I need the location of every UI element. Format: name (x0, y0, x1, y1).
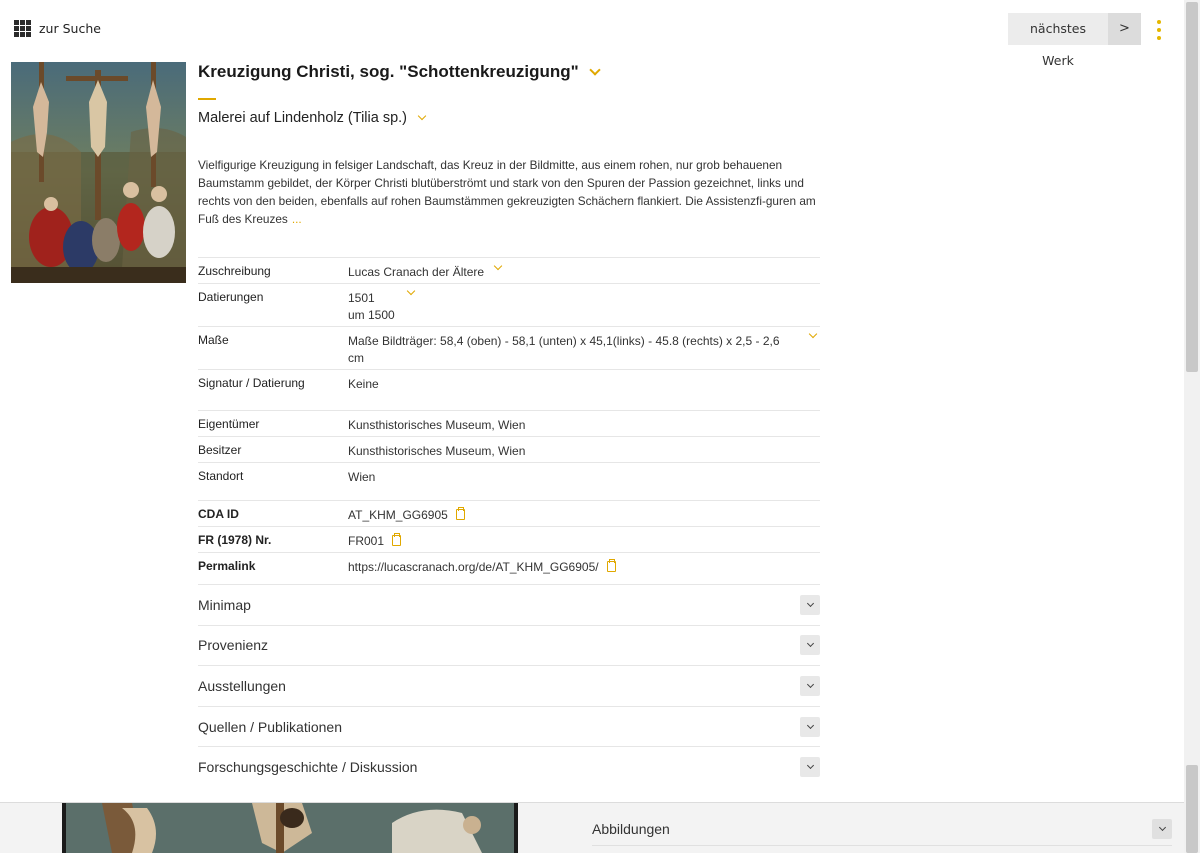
meta-value: Maße Bildträger: 58,4 (oben) - 58,1 (unt… (348, 327, 820, 369)
meta-label: Datierungen (198, 290, 264, 304)
section-label: Ausstellungen (198, 677, 286, 694)
copy-icon[interactable] (392, 533, 402, 546)
cda-id-value: AT_KHM_GG6905 (348, 508, 448, 522)
section-label: Quellen / Publikationen (198, 718, 342, 735)
meta-row-owner: Eigentümer Kunsthistorisches Museum, Wie… (198, 411, 820, 437)
attribution-value[interactable]: Lucas Cranach der Ältere (348, 265, 484, 279)
chevron-down-icon (806, 640, 814, 648)
section-minimap[interactable]: Minimap (198, 584, 820, 625)
dimensions-value: Maße Bildträger: 58,4 (oben) - 58,1 (unt… (348, 334, 780, 365)
section-research-history[interactable]: Forschungsgeschichte / Diskussion (198, 746, 820, 787)
meta-row-dating: Datierungen 1501 um 1500 (198, 284, 820, 327)
scrollbar-thumb[interactable] (1186, 2, 1198, 372)
meta-row-location: Standort Wien (198, 463, 820, 501)
crucifixion-detail-image (62, 803, 518, 853)
chevron-down-icon (806, 680, 814, 689)
meta-label: Eigentümer (198, 417, 260, 431)
meta-row-signature: Signatur / Datierung Keine (198, 370, 820, 410)
section-label: Abbildungen (592, 820, 670, 837)
detail-sections: Minimap Provenienz Ausstellungen Quellen… (198, 584, 820, 787)
meta-group-ownership: Eigentümer Kunsthistorisches Museum, Wie… (198, 410, 820, 501)
section-label: Provenienz (198, 637, 269, 654)
meta-label: FR (1978) Nr. (198, 533, 272, 547)
section-images[interactable]: Abbildungen (592, 812, 1172, 846)
meta-label: CDA ID (198, 507, 239, 521)
expand-button[interactable] (800, 716, 820, 737)
chevron-down-icon (1158, 823, 1166, 831)
meta-row-attribution: Zuschreibung Lucas Cranach der Ältere (198, 258, 820, 284)
section-label: Minimap (198, 596, 251, 613)
back-label: zur Suche (39, 21, 101, 36)
meta-value: Kunsthistorisches Museum, Wien (348, 418, 526, 432)
title-row[interactable]: Kreuzigung Christi, sog. "Schottenkreuzi… (198, 62, 601, 82)
chevron-down-icon[interactable] (808, 329, 818, 339)
meta-value: Wien (348, 470, 376, 484)
meta-label: Signatur / Datierung (198, 376, 305, 390)
meta-label: Permalink (198, 559, 256, 573)
medium-row[interactable]: Malerei auf Lindenholz (Tilia sp.) (198, 110, 427, 126)
dating-value-secondary: um 1500 (348, 308, 395, 322)
artwork-title: Kreuzigung Christi, sog. "Schottenkreuzi… (198, 62, 579, 81)
chevron-down-icon (806, 762, 814, 770)
permalink-value[interactable]: https://lucascranach.org/de/AT_KHM_GG690… (348, 560, 599, 574)
meta-value: https://lucascranach.org/de/AT_KHM_GG690… (348, 553, 820, 579)
title-divider (198, 98, 216, 100)
dating-value: 1501 (348, 291, 375, 305)
artwork-description: Vielfigurige Kreuzigung in felsiger Land… (198, 156, 820, 228)
meta-label: Maße (198, 333, 229, 347)
section-provenance[interactable]: Provenienz (198, 624, 820, 666)
copy-icon[interactable] (455, 507, 465, 520)
fr-number-value: FR001 (348, 534, 385, 548)
more-options-icon[interactable] (1155, 20, 1163, 40)
scrollbar-thumb-secondary[interactable] (1186, 765, 1198, 853)
meta-value: Kunsthistorisches Museum, Wien (348, 444, 526, 458)
artwork-medium: Malerei auf Lindenholz (Tilia sp.) (198, 110, 408, 126)
meta-value: FR001 (348, 527, 820, 552)
read-more-link[interactable]: ... (292, 212, 302, 226)
meta-row-fr-number: FR (1978) Nr. FR001 (198, 527, 820, 553)
meta-value: AT_KHM_GG6905 (348, 501, 820, 526)
meta-value: 1501 um 1500 (348, 284, 820, 326)
expand-button[interactable] (800, 757, 820, 778)
copy-icon[interactable] (606, 559, 616, 572)
artwork-main-image[interactable] (62, 803, 518, 853)
chevron-down-icon[interactable] (493, 261, 503, 271)
section-sources-publications[interactable]: Quellen / Publikationen (198, 705, 820, 747)
back-to-search-link[interactable]: zur Suche (14, 20, 101, 37)
expand-button[interactable] (800, 594, 820, 615)
grid-icon (14, 20, 31, 37)
meta-label: Besitzer (198, 443, 242, 457)
meta-value: Keine (348, 377, 379, 391)
description-text: Vielfigurige Kreuzigung in felsiger Land… (198, 158, 816, 226)
meta-group-identifiers: CDA ID AT_KHM_GG6905 FR (1978) Nr. FR001… (198, 500, 820, 579)
chevron-down-icon[interactable] (589, 64, 601, 76)
next-work-button[interactable]: nächstes Werk (1008, 13, 1108, 68)
chevron-down-icon (806, 721, 814, 729)
meta-row-cda-id: CDA ID AT_KHM_GG6905 (198, 501, 820, 527)
expand-button[interactable] (1152, 818, 1172, 839)
chevron-down-icon[interactable] (417, 111, 427, 121)
meta-row-holder: Besitzer Kunsthistorisches Museum, Wien (198, 437, 820, 463)
next-work-group: nächstes Werk > (1008, 13, 1141, 68)
meta-value: Lucas Cranach der Ältere (348, 258, 820, 283)
artwork-thumbnail[interactable] (11, 62, 186, 283)
next-arrow-button[interactable]: > (1108, 13, 1141, 45)
section-exhibitions[interactable]: Ausstellungen (198, 665, 820, 706)
meta-label: Standort (198, 469, 244, 483)
meta-label: Zuschreibung (198, 264, 271, 278)
top-bar: zur Suche nächstes Werk > (0, 0, 1184, 68)
meta-row-permalink: Permalink https://lucascranach.org/de/AT… (198, 553, 820, 579)
meta-row-dimensions: Maße Maße Bildträger: 58,4 (oben) - 58,1… (198, 327, 820, 370)
expand-button[interactable] (800, 675, 820, 696)
section-label: Forschungsgeschichte / Diskussion (198, 759, 418, 776)
meta-group-attribution: Zuschreibung Lucas Cranach der Ältere Da… (198, 257, 820, 410)
crucifixion-painting-image (11, 62, 186, 283)
chevron-down-icon (806, 599, 814, 607)
expand-button[interactable] (800, 635, 820, 656)
